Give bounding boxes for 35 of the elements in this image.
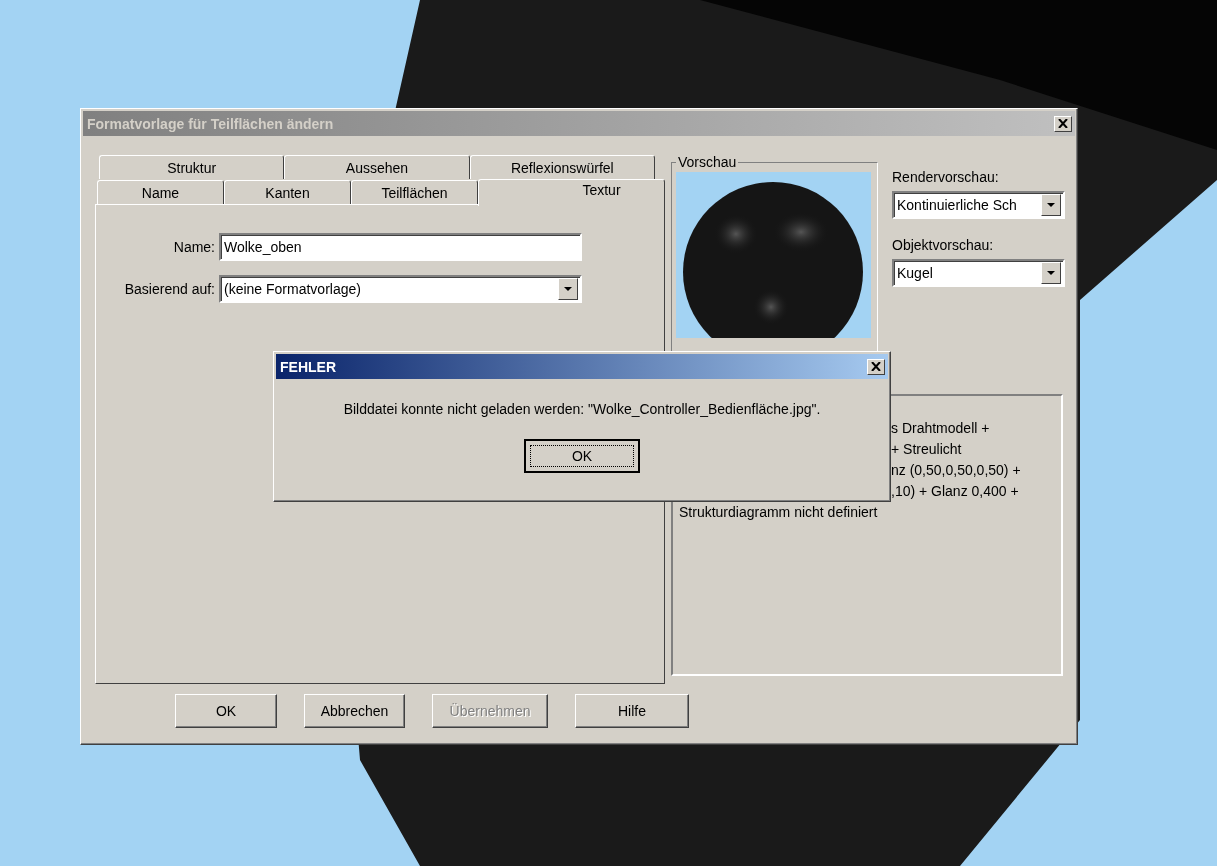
- dialog-title: FEHLER: [280, 358, 336, 375]
- tab[interactable]: Struktur: [99, 155, 285, 179]
- tab[interactable]: Teilflächen: [351, 180, 478, 204]
- object-preview-dropdown[interactable]: Kugel: [892, 259, 1065, 287]
- description-text: Strukturdiagramm nicht definiert: [679, 503, 879, 522]
- field-label: Basierend auf:: [123, 281, 215, 297]
- based-on-dropdown[interactable]: (keine Formatvorlage): [219, 275, 582, 303]
- ok-button[interactable]: OK: [524, 439, 640, 473]
- name-input[interactable]: Wolke_oben: [219, 233, 582, 261]
- description-text: nz (0,50,0,50,0,50) +: [890, 461, 1022, 480]
- dropdown-arrow-icon: [1047, 271, 1055, 275]
- dialog-button[interactable]: Hilfe: [575, 694, 689, 728]
- field-label: Name:: [172, 239, 215, 255]
- field-label: Objektvorschau:: [892, 237, 995, 253]
- close-icon: [871, 362, 881, 371]
- description-text: ,10) + Glanz 0,400 +: [890, 482, 1020, 501]
- tab[interactable]: Textur: [478, 179, 665, 206]
- tab[interactable]: Aussehen: [284, 155, 470, 179]
- tab[interactable]: Reflexionswürfel: [469, 155, 655, 179]
- dropdown-arrow-icon: [1047, 203, 1055, 207]
- dialog-button[interactable]: OK: [175, 694, 277, 728]
- close-icon: [1058, 119, 1068, 128]
- dialog-button[interactable]: Abbrechen: [304, 694, 405, 728]
- description-text: s Drahtmodell +: [890, 419, 991, 438]
- tab[interactable]: Name: [97, 180, 224, 204]
- close-button[interactable]: [1054, 115, 1072, 132]
- description-text: + Streulicht: [890, 440, 963, 459]
- error-message: Bilddatei konnte nicht geladen werden: "Wolke_Controller_Bedienfläche.jpg".: [343, 401, 821, 417]
- close-button[interactable]: [867, 358, 885, 375]
- tab[interactable]: Kanten: [224, 180, 351, 204]
- field-label: Rendervorschau:: [892, 169, 1000, 185]
- group-title: Vorschau: [677, 154, 738, 170]
- window-title: Formatvorlage für Teilflächen ändern: [87, 115, 334, 132]
- render-preview-dropdown[interactable]: Kontinuierliche Sch: [892, 191, 1065, 219]
- dropdown-arrow-icon: [564, 287, 572, 291]
